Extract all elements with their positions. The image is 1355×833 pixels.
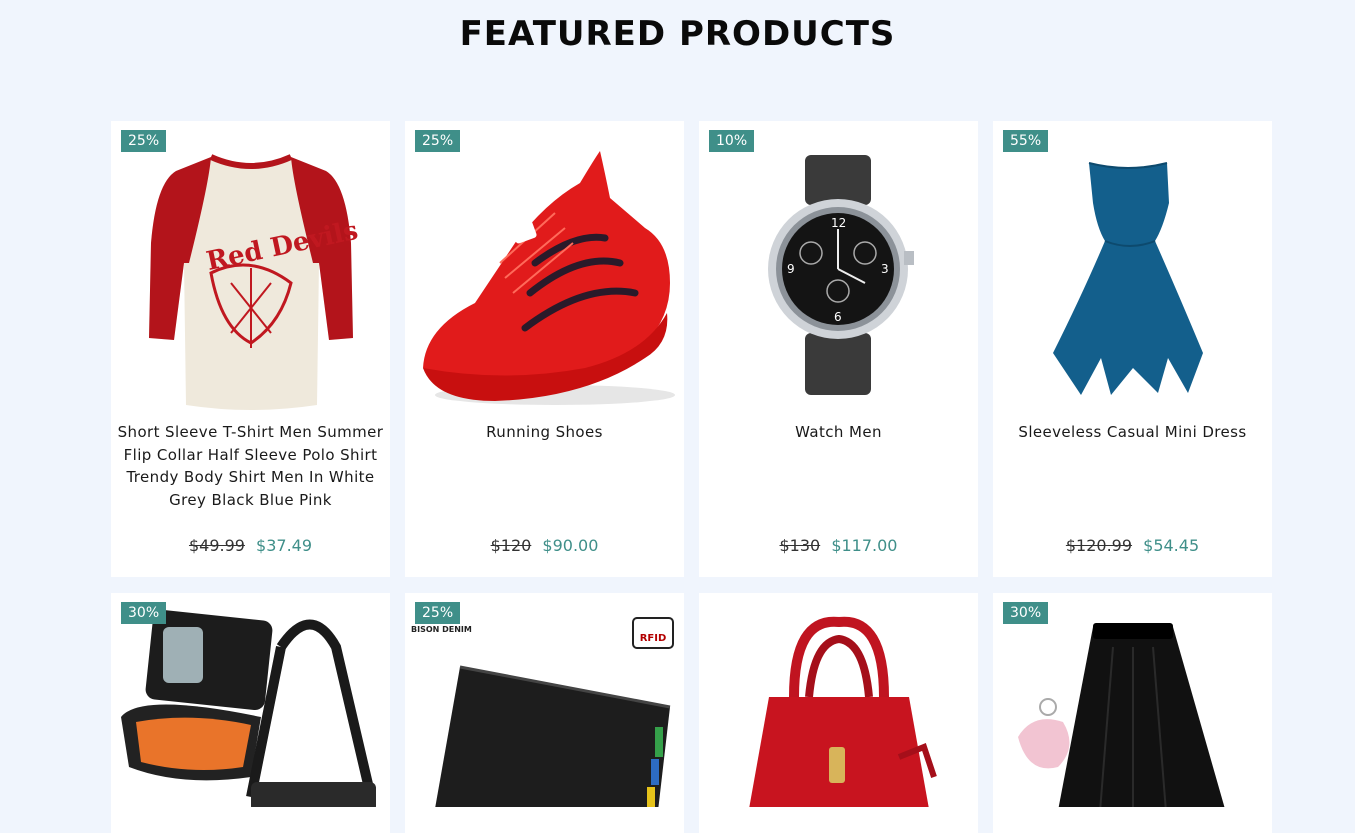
black-skirt-image[interactable] xyxy=(993,607,1272,807)
product-card[interactable]: 25% BISON DENIM RFID xyxy=(405,593,684,833)
product-name[interactable]: Running Shoes xyxy=(409,421,680,444)
price-row: $49.99 $37.49 xyxy=(111,536,390,555)
discount-badge: 10% xyxy=(709,130,755,152)
svg-text:9: 9 xyxy=(787,262,795,276)
product-card[interactable] xyxy=(699,593,978,833)
original-price: $120 xyxy=(490,536,532,555)
product-name[interactable]: Short Sleeve T-Shirt Men Summer Flip Col… xyxy=(115,421,386,511)
blue-dress-image[interactable] xyxy=(993,143,1272,415)
sale-price: $117.00 xyxy=(831,536,898,555)
price-row: $120.99 $54.45 xyxy=(993,536,1272,555)
discount-badge: 25% xyxy=(415,602,461,624)
product-card[interactable]: 10% 12 9 3 6 Watch Men $130 $117.00 xyxy=(699,121,978,577)
price-row: $130 $117.00 xyxy=(699,536,978,555)
sale-price: $54.45 xyxy=(1143,536,1200,555)
product-card[interactable]: 30% xyxy=(111,593,390,833)
svg-text:6: 6 xyxy=(834,310,842,324)
sale-price: $90.00 xyxy=(542,536,599,555)
red-running-shoe-image[interactable] xyxy=(405,143,684,415)
discount-badge: 25% xyxy=(121,130,167,152)
product-card[interactable]: 30% xyxy=(993,593,1272,833)
travel-organizer-bag-image[interactable] xyxy=(111,607,390,807)
product-card[interactable]: 25% Red Devils Short Sleeve T-Shirt Men … xyxy=(111,121,390,577)
product-card[interactable]: 25% Running Shoes $120 $90.00 xyxy=(405,121,684,577)
svg-text:3: 3 xyxy=(881,262,889,276)
original-price: $120.99 xyxy=(1065,536,1133,555)
black-wallet-image[interactable] xyxy=(405,607,684,807)
discount-badge: 55% xyxy=(1003,130,1049,152)
red-handbag-image[interactable] xyxy=(699,607,978,807)
original-price: $49.99 xyxy=(188,536,245,555)
sale-price: $37.49 xyxy=(256,536,313,555)
original-price: $130 xyxy=(779,536,821,555)
product-name[interactable]: Sleeveless Casual Mini Dress xyxy=(997,421,1268,444)
discount-badge: 25% xyxy=(415,130,461,152)
product-name[interactable]: Watch Men xyxy=(703,421,974,444)
product-card[interactable]: 55% Sleeveless Casual Mini Dress $120.99… xyxy=(993,121,1272,577)
wristwatch-image[interactable]: 12 9 3 6 xyxy=(699,143,978,415)
svg-text:12: 12 xyxy=(831,216,846,230)
discount-badge: 30% xyxy=(121,602,167,624)
discount-badge: 30% xyxy=(1003,602,1049,624)
page-title: FEATURED PRODUCTS xyxy=(459,14,896,54)
price-row: $120 $90.00 xyxy=(405,536,684,555)
raglan-tshirt-image[interactable]: Red Devils xyxy=(111,143,390,415)
